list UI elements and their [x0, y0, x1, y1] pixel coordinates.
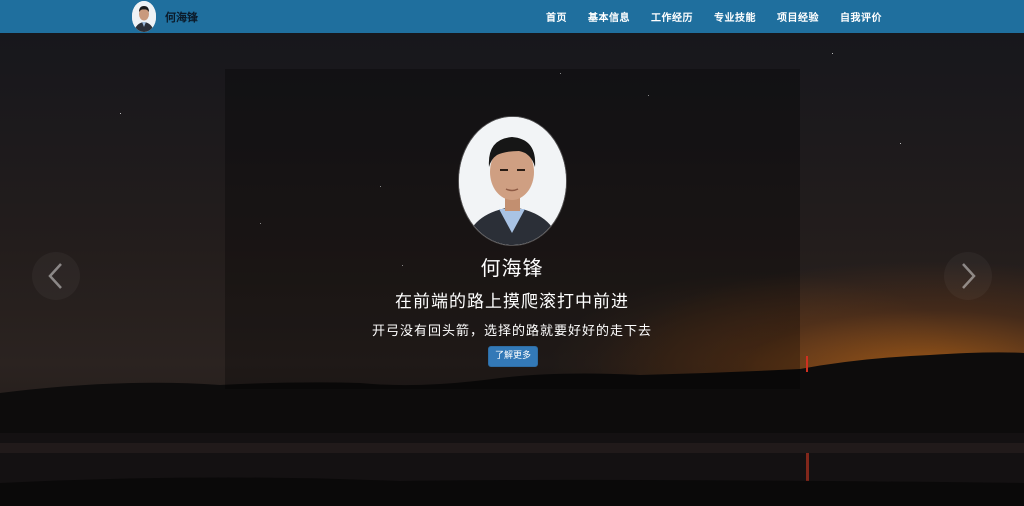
nav-item-skills[interactable]: 专业技能 [714, 9, 756, 24]
carousel-next-button[interactable] [944, 252, 992, 300]
hero-carousel: 何海锋 在前端的路上摸爬滚打中前进 开弓没有回头箭，选择的路就要好好的走下去 了… [0, 33, 1024, 506]
carousel-prev-button[interactable] [32, 252, 80, 300]
top-navbar: 何海锋 首页 基本信息 工作经历 专业技能 项目经验 自我评价 [0, 0, 1024, 33]
nav-item-basic-info[interactable]: 基本信息 [588, 9, 630, 24]
nav-item-projects[interactable]: 项目经验 [777, 9, 819, 24]
nav-item-self-evaluation[interactable]: 自我评价 [840, 9, 882, 24]
nav-item-home[interactable]: 首页 [546, 9, 567, 24]
brand-avatar [132, 1, 156, 32]
brand[interactable]: 何海锋 [132, 0, 198, 33]
nav-item-work-experience[interactable]: 工作经历 [651, 9, 693, 24]
profile-photo [459, 117, 566, 245]
learn-more-button[interactable]: 了解更多 [488, 346, 538, 367]
brand-name: 何海锋 [165, 10, 198, 24]
hero-name: 何海锋 [480, 256, 544, 280]
chevron-left-icon [48, 263, 62, 289]
chevron-right-icon [962, 263, 976, 289]
hero-subtitle: 开弓没有回头箭，选择的路就要好好的走下去 [371, 324, 652, 339]
hero-motto: 在前端的路上摸爬滚打中前进 [395, 292, 629, 312]
main-nav: 首页 基本信息 工作经历 专业技能 项目经验 自我评价 [525, 0, 882, 33]
